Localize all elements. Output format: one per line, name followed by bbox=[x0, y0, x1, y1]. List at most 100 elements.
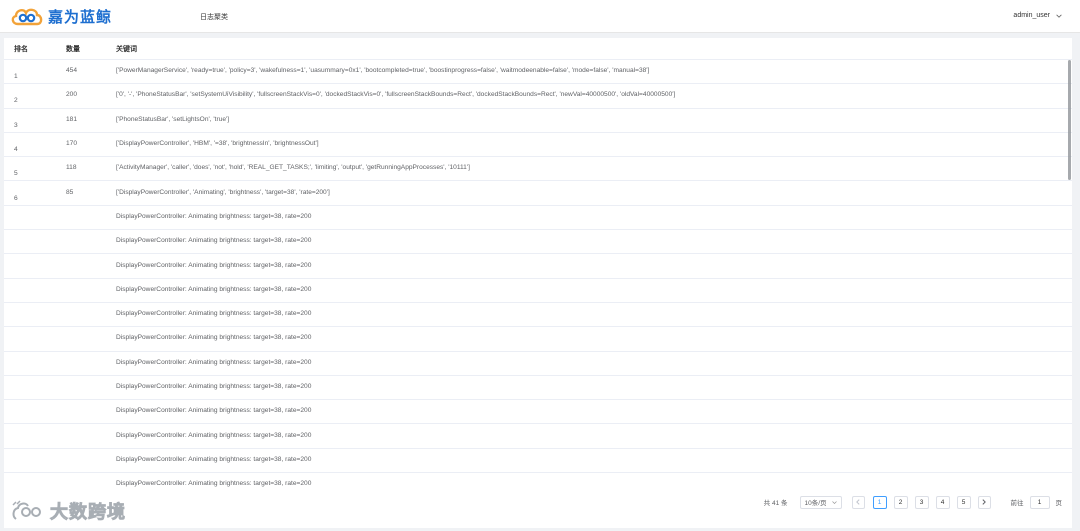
count-cell bbox=[62, 459, 116, 461]
table-row: DisplayPowerController: Animating bright… bbox=[4, 230, 1072, 255]
page-button-3[interactable]: 3 bbox=[914, 495, 929, 509]
header-count: 数量 bbox=[66, 45, 80, 53]
rank-cell bbox=[4, 480, 62, 490]
count-cell: 200 bbox=[66, 91, 78, 99]
page-button-2[interactable]: 2 bbox=[893, 495, 908, 509]
rank-cell bbox=[4, 407, 62, 417]
keywords-cell: DisplayPowerController: Animating bright… bbox=[116, 480, 312, 488]
table-row: DisplayPowerController: Animating bright… bbox=[4, 449, 1072, 474]
goto-page-input[interactable] bbox=[1029, 495, 1050, 509]
count-cell bbox=[62, 265, 116, 267]
table-row: 1 454 ['PowerManagerService', 'ready=true'… bbox=[4, 60, 1072, 85]
keywords-cell: ['DisplayPowerController', 'HBM', '=38',… bbox=[116, 140, 319, 148]
keywords-cell: DisplayPowerController: Animating bright… bbox=[116, 334, 312, 342]
keywords-cell: DisplayPowerController: Animating bright… bbox=[116, 237, 312, 245]
count-cell bbox=[62, 216, 116, 218]
keywords-cell: ['DisplayPowerController', 'Animating', … bbox=[116, 188, 330, 196]
count-cell bbox=[62, 241, 116, 243]
rank-cell: 2 bbox=[14, 97, 18, 105]
page-button-5[interactable]: 5 bbox=[956, 495, 971, 509]
keywords-cell: DisplayPowerController: Animating bright… bbox=[116, 407, 312, 415]
rank-cell: 1 bbox=[14, 73, 18, 81]
rank-cell bbox=[4, 285, 62, 295]
chevron-right-icon bbox=[982, 499, 986, 505]
table-row: DisplayPowerController: Animating bright… bbox=[4, 473, 1072, 490]
keywords-cell: DisplayPowerController: Animating bright… bbox=[116, 212, 312, 220]
table-header: 排名 数量 关键词 bbox=[4, 38, 1072, 60]
goto-page: 前往 页 bbox=[1010, 495, 1063, 509]
rank-cell bbox=[4, 334, 62, 344]
table-row: DisplayPowerController: Animating bright… bbox=[4, 206, 1072, 231]
table-row: 4 170 ['DisplayPowerController', 'HBM', '=… bbox=[4, 133, 1072, 158]
page-button-1[interactable]: 1 bbox=[872, 495, 887, 509]
cloud-logo-icon bbox=[11, 8, 43, 26]
top-navbar: 嘉为蓝鲸 日志聚类 admin_user bbox=[0, 0, 1080, 33]
count-cell bbox=[62, 289, 116, 291]
rank-cell bbox=[4, 358, 62, 368]
page-size-value: 10条/页 bbox=[804, 500, 827, 507]
watermark-logo-icon bbox=[12, 500, 41, 520]
rank-cell bbox=[4, 455, 62, 465]
count-cell bbox=[62, 411, 116, 413]
page-button-4[interactable]: 4 bbox=[935, 495, 950, 509]
count-cell: 181 bbox=[66, 115, 78, 123]
rank-cell bbox=[4, 261, 62, 271]
table-row: DisplayPowerController: Animating bright… bbox=[4, 376, 1072, 401]
count-cell: 85 bbox=[66, 188, 74, 196]
rank-cell bbox=[4, 212, 62, 222]
count-cell: 118 bbox=[66, 164, 77, 172]
rank-cell: 6 bbox=[14, 194, 18, 202]
table-row: DisplayPowerController: Animating bright… bbox=[4, 327, 1072, 352]
table-row: DisplayPowerController: Animating bright… bbox=[4, 303, 1072, 328]
table-row: DisplayPowerController: Animating bright… bbox=[4, 424, 1072, 449]
table-row: 5 118 ['ActivityManager', 'caller', 'does'… bbox=[4, 157, 1072, 182]
count-cell bbox=[62, 435, 116, 437]
rank-cell bbox=[4, 310, 62, 320]
table-row: 3 181 ['PhoneStatusBar', 'setLightsOn', 't… bbox=[4, 109, 1072, 133]
rank-cell: 3 bbox=[14, 121, 18, 129]
keywords-cell: ['PhoneStatusBar', 'setLightsOn', 'true'… bbox=[116, 115, 230, 123]
username: admin_user bbox=[1013, 12, 1050, 19]
keywords-cell: DisplayPowerController: Animating bright… bbox=[116, 383, 312, 390]
count-cell bbox=[62, 362, 116, 364]
vertical-scrollbar[interactable] bbox=[1068, 60, 1071, 180]
header-keywords: 关键词 bbox=[116, 45, 137, 53]
table-row: 6 85 ['DisplayPowerController', 'Animating… bbox=[4, 181, 1072, 206]
user-menu[interactable]: admin_user bbox=[1013, 12, 1062, 19]
goto-label: 前往 bbox=[1010, 500, 1024, 507]
keywords-cell: ['0', '-', 'PhoneStatusBar', 'setSystemU… bbox=[116, 91, 676, 99]
rank-cell: 5 bbox=[14, 170, 18, 178]
table-body: 1 454 ['PowerManagerService', 'ready=true'… bbox=[4, 60, 1072, 490]
chevron-down-icon bbox=[1056, 14, 1062, 18]
keywords-cell: DisplayPowerController: Animating bright… bbox=[116, 431, 312, 439]
table-row: DisplayPowerController: Animating bright… bbox=[4, 254, 1072, 279]
pagination: 共 41 条 10条/页 12345 前往 页 bbox=[764, 495, 1062, 509]
rank-cell bbox=[4, 383, 62, 393]
chevron-left-icon bbox=[856, 499, 860, 505]
table-row: DisplayPowerController: Animating bright… bbox=[4, 279, 1072, 303]
table-row: DisplayPowerController: Animating bright… bbox=[4, 400, 1072, 425]
page-size-select[interactable]: 10条/页 bbox=[799, 495, 842, 509]
goto-suffix: 页 bbox=[1055, 500, 1063, 507]
rank-cell bbox=[4, 237, 62, 247]
count-cell: 454 bbox=[66, 67, 78, 75]
total-count: 共 41 条 bbox=[763, 500, 788, 507]
header-rank: 排名 bbox=[14, 45, 28, 53]
keywords-cell: DisplayPowerController: Animating bright… bbox=[116, 310, 312, 318]
next-page-button[interactable] bbox=[977, 495, 991, 509]
keywords-cell: DisplayPowerController: Animating bright… bbox=[116, 358, 312, 366]
prev-page-button[interactable] bbox=[851, 495, 865, 509]
watermark: 大数跨境 bbox=[10, 498, 126, 524]
rank-cell bbox=[4, 431, 62, 441]
keywords-cell: ['PowerManagerService', 'ready=true', 'p… bbox=[116, 67, 650, 75]
count-cell: 170 bbox=[66, 140, 78, 148]
brand-logo[interactable]: 嘉为蓝鲸 bbox=[10, 5, 112, 27]
keywords-cell: DisplayPowerController: Animating bright… bbox=[116, 455, 312, 463]
chevron-down-icon bbox=[831, 500, 837, 504]
keywords-cell: ['ActivityManager', 'caller', 'does', 'n… bbox=[116, 164, 470, 172]
nav-log-clustering[interactable]: 日志聚类 bbox=[200, 12, 228, 22]
table-row: 2 200 ['0', '-', 'PhoneStatusBar', 'setSys… bbox=[4, 84, 1072, 109]
count-cell bbox=[62, 387, 116, 389]
keywords-cell: DisplayPowerController: Animating bright… bbox=[116, 261, 312, 269]
count-cell bbox=[62, 338, 116, 340]
